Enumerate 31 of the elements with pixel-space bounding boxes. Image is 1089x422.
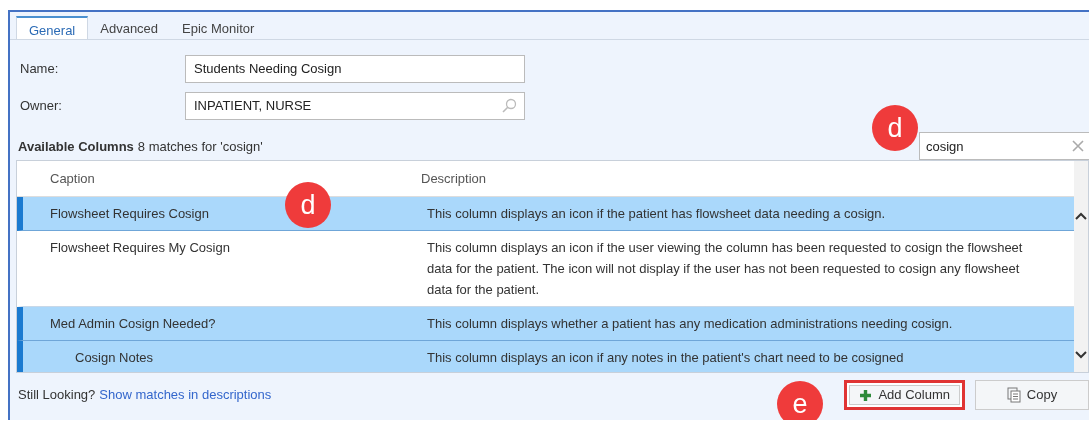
search-field[interactable]: cosign bbox=[919, 132, 1089, 160]
show-matches-link[interactable]: Show matches in descriptions bbox=[99, 387, 272, 403]
callout-badge: d bbox=[872, 105, 918, 151]
tab[interactable]: General bbox=[16, 16, 89, 39]
match-count: 8 matches for 'cosign' bbox=[137, 138, 263, 154]
table-cell: This column displays whether a patient has any medication administrations needing cosign. bbox=[427, 316, 953, 331]
callout-badge: e bbox=[777, 381, 823, 420]
field-label: Owner: bbox=[20, 96, 63, 115]
table-cell: Flowsheet Requires Cosign bbox=[50, 206, 209, 221]
table-row[interactable]: Cosign Notes This column displays an icon if any notes in the patient's chart need to be cosigned bbox=[17, 341, 1074, 372]
field-label: Name: bbox=[20, 59, 60, 78]
scroll-up-icon[interactable] bbox=[1074, 211, 1088, 221]
table-cell: Cosign Notes bbox=[75, 350, 154, 365]
section-title: Available Columns bbox=[18, 138, 134, 154]
table-row[interactable]: Med Admin Cosign Needed? This column displays whether a patient has any medication administrations needing cosign. bbox=[17, 307, 1074, 341]
copy-icon bbox=[1006, 387, 1021, 403]
table-cell: Flowsheet Requires My Cosign bbox=[50, 240, 230, 255]
prompt-text: Still Looking? bbox=[18, 387, 96, 403]
table-cell: This column displays an icon if any notes in the patient's chart need to be cosigned bbox=[427, 350, 904, 365]
add-column-button[interactable]: Add Column bbox=[844, 380, 965, 410]
table-cell: This column displays an icon if the user viewing the column has been requested to cosign the flowsheet data for the patient. The icon will not display if the user has not been requested to cosign any flowsheet data for the patient. bbox=[427, 240, 1023, 297]
plus-icon bbox=[859, 388, 873, 402]
tab[interactable]: Advanced bbox=[88, 16, 171, 39]
name-field[interactable]: Students Needing Cosign bbox=[185, 54, 525, 83]
column-header[interactable]: Description bbox=[421, 168, 1074, 189]
owner-field[interactable]: INPATIENT, NURSE bbox=[185, 91, 525, 120]
table-cell: Med Admin Cosign Needed? bbox=[50, 316, 216, 331]
table-cell: This column displays an icon if the patient has flowsheet data needing a cosign. bbox=[427, 206, 886, 221]
copy-button[interactable]: Copy bbox=[975, 380, 1089, 410]
scroll-down-icon[interactable] bbox=[1074, 350, 1088, 360]
tab[interactable]: Epic Monitor bbox=[170, 16, 267, 39]
